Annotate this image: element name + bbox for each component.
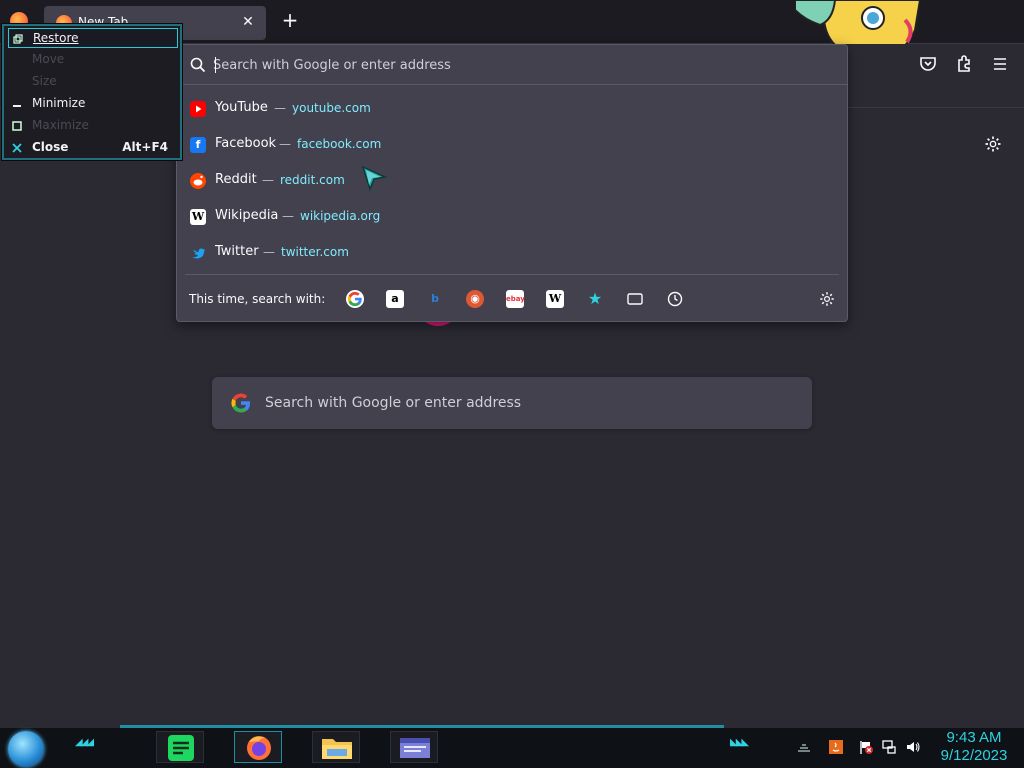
app-window-icon: [400, 738, 430, 758]
taskbar-decor-right-icon: ◣◣◣: [730, 737, 749, 748]
menu-item-restore[interactable]: Restore: [8, 28, 178, 48]
mouse-cursor-icon: [361, 165, 388, 192]
minimize-icon: [13, 105, 21, 107]
page-search-box[interactable]: Search with Google or enter address: [212, 377, 812, 429]
twitter-icon: [190, 245, 206, 261]
tabs-icon[interactable]: [626, 290, 644, 308]
wikipedia-icon[interactable]: W: [546, 290, 564, 308]
suggestion-title: Wikipedia: [215, 208, 279, 223]
suggestion-youtube[interactable]: YouTube — youtube.com: [177, 91, 847, 127]
suggestion-url: youtube.com: [292, 101, 371, 115]
new-tab-button[interactable]: +: [278, 9, 302, 33]
history-icon[interactable]: [666, 290, 684, 308]
suggestion-reddit[interactable]: Reddit — reddit.com: [177, 163, 847, 199]
suggestion-title: Facebook: [215, 136, 277, 151]
menu-item-label: Size: [32, 74, 57, 88]
suggestion-twitter[interactable]: Twitter — twitter.com: [177, 235, 847, 271]
taskbar-app-firefox[interactable]: [234, 731, 282, 763]
taskbar-clock[interactable]: 9:43 AM 9/12/2023: [930, 729, 1018, 765]
menu-icon[interactable]: [988, 52, 1012, 76]
text-caret: [215, 57, 216, 73]
window-system-menu: Restore Move Size Minimize Maximize Clos…: [2, 24, 182, 160]
search-icon: [190, 57, 206, 73]
tray-java-icon[interactable]: [828, 739, 844, 755]
menu-item-label: Close: [32, 140, 69, 154]
suggestion-title: Twitter: [215, 244, 259, 259]
tray-flag-icon[interactable]: [858, 739, 874, 755]
urlbar-dropdown: YouTube — youtube.com f Facebook — faceb…: [176, 44, 848, 322]
pocket-icon[interactable]: [916, 52, 940, 76]
facebook-icon: f: [190, 137, 206, 153]
menu-item-move: Move: [8, 50, 178, 70]
wikipedia-icon: W: [190, 209, 206, 225]
suggestion-wikipedia[interactable]: W Wikipedia — wikipedia.org: [177, 199, 847, 235]
menu-item-label: Maximize: [32, 118, 89, 132]
start-button[interactable]: [8, 731, 44, 767]
clock-time: 9:43 AM: [946, 729, 1002, 746]
page-search-placeholder: Search with Google or enter address: [265, 395, 522, 411]
bookmarks-icon[interactable]: ★: [586, 290, 604, 308]
tray-expand-icon[interactable]: [796, 739, 812, 755]
suggestion-title: YouTube: [215, 100, 268, 115]
suggestion-facebook[interactable]: f Facebook — facebook.com: [177, 127, 847, 163]
divider: [185, 274, 839, 275]
suggestion-separator: —: [263, 245, 275, 259]
search-settings-gear-icon[interactable]: [818, 290, 836, 308]
taskbar-decor-left-icon: ◢◢◢: [75, 737, 94, 748]
clock-date: 9/12/2023: [940, 747, 1008, 764]
taskbar-app-file-explorer[interactable]: [312, 731, 360, 763]
youtube-icon: [190, 101, 206, 117]
suggestion-separator: —: [262, 173, 274, 187]
tray-volume-icon[interactable]: [905, 739, 921, 755]
page-settings-gear-icon[interactable]: [983, 134, 1003, 154]
reddit-icon: [190, 173, 206, 189]
folder-icon: [322, 739, 352, 759]
menu-item-label: Restore: [33, 31, 79, 45]
suggestion-url: reddit.com: [280, 173, 345, 187]
suggestion-separator: —: [279, 137, 291, 151]
amazon-icon[interactable]: a: [386, 290, 404, 308]
suggestion-url: facebook.com: [297, 137, 382, 151]
firefox-icon: [247, 736, 271, 760]
maximize-icon: [12, 121, 22, 131]
suggestion-title: Reddit: [215, 172, 257, 187]
restore-icon: [13, 34, 23, 44]
ebay-icon[interactable]: ebay: [506, 290, 525, 308]
urlbar-input-row: [177, 45, 847, 85]
tray-network-icon[interactable]: [881, 739, 897, 755]
suggestion-url: twitter.com: [281, 245, 349, 259]
taskbar-app-notes[interactable]: [156, 731, 204, 763]
menu-item-size: Size: [8, 72, 178, 92]
menu-item-label: Move: [32, 52, 65, 66]
google-icon[interactable]: [346, 290, 364, 308]
menu-item-label: Minimize: [32, 96, 86, 110]
google-icon: [231, 393, 250, 413]
menu-item-close[interactable]: Close Alt+F4: [8, 138, 178, 158]
search-with-label: This time, search with:: [189, 292, 326, 306]
bing-icon[interactable]: b: [426, 290, 444, 308]
extensions-icon[interactable]: [952, 52, 976, 76]
menu-item-minimize[interactable]: Minimize: [8, 94, 178, 114]
urlbar-input[interactable]: [213, 53, 813, 77]
duckduckgo-icon[interactable]: ◉: [466, 290, 484, 308]
close-tab-icon[interactable]: ✕: [238, 12, 258, 32]
suggestion-separator: —: [274, 101, 286, 115]
close-icon: [12, 143, 22, 153]
notes-app-icon: [168, 735, 194, 761]
suggestion-separator: —: [282, 209, 294, 223]
menu-item-maximize: Maximize: [8, 116, 178, 136]
taskbar-app-window[interactable]: [390, 731, 438, 763]
suggestion-url: wikipedia.org: [300, 209, 381, 223]
menu-item-shortcut: Alt+F4: [122, 140, 168, 154]
